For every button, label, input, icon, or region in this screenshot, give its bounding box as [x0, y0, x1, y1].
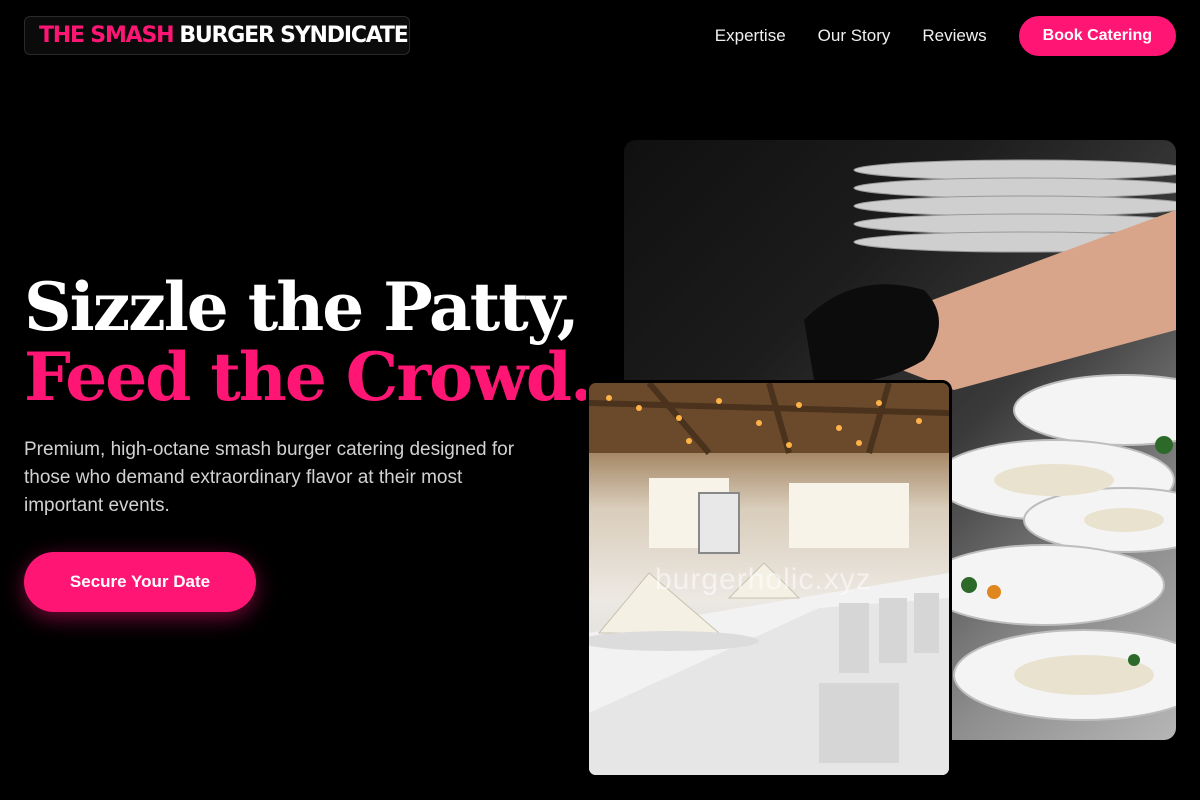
main-nav: Expertise Our Story Reviews Book Caterin…: [715, 16, 1176, 56]
book-catering-button[interactable]: Book Catering: [1018, 16, 1176, 56]
image-watermark: burgerholic.xyz: [655, 563, 872, 596]
headline-line-2: Feed the Crowd.: [24, 338, 593, 416]
hero-subtitle: Premium, high-octane smash burger cateri…: [24, 439, 515, 516]
hero-headline: Sizzle the Patty, Feed the Crowd.: [24, 268, 593, 416]
nav-link-our-story[interactable]: Our Story: [818, 26, 891, 46]
headline-line-1: Sizzle the Patty,: [24, 268, 580, 346]
nav-link-expertise[interactable]: Expertise: [715, 26, 786, 46]
logo-accent-text: THE SMASH: [39, 23, 175, 48]
nav-link-reviews[interactable]: Reviews: [922, 26, 986, 46]
logo-main-text: BURGER SYNDICATE: [179, 23, 408, 48]
banquet-table-image: burgerholic.xyz: [586, 380, 952, 778]
secure-date-button[interactable]: Secure Your Date: [24, 552, 256, 612]
site-logo[interactable]: THE SMASH BURGER SYNDICATE: [24, 16, 410, 55]
